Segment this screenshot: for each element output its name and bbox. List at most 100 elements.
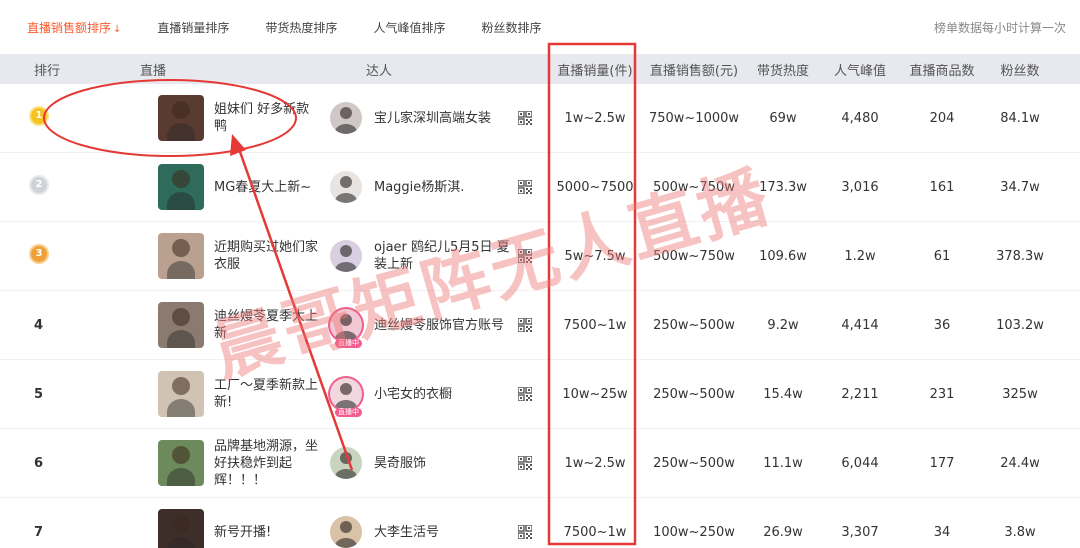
rank-medal-icon: 2 (29, 174, 49, 196)
star-avatar[interactable] (330, 240, 362, 272)
heat-cell: 9.2w (767, 317, 799, 333)
update-note: 榜单数据每小时计算一次 (933, 20, 1066, 35)
tab-sort-fans[interactable]: 粉丝数排序 (481, 19, 541, 36)
live-tag: 直播中 (335, 408, 362, 417)
qr-code-icon[interactable] (518, 249, 532, 263)
peak-cell: 3,016 (841, 179, 879, 195)
sales-cell: 1w~2.5w (564, 455, 626, 471)
qr-code-icon[interactable] (518, 525, 532, 539)
col-gmv[interactable]: 直播销售额(元) (640, 60, 748, 79)
star-cell[interactable]: Maggie杨斯淇. (322, 171, 550, 203)
fans-cell: 3.8w (1004, 524, 1036, 540)
star-avatar[interactable] (330, 309, 362, 341)
sales-cell: 5000~7500 (556, 179, 634, 195)
live-cover-thumbnail[interactable] (158, 509, 204, 548)
col-sales[interactable]: 直播销量(件) (550, 60, 640, 79)
table-row[interactable]: 5 工厂～夏季新款上新! 直播中 小宅女的衣橱 10w~25w 250w~500… (0, 360, 1080, 429)
star-name[interactable]: 宝儿家深圳高端女装 (374, 110, 516, 127)
table-row[interactable]: 4 迪丝嫚苓夏季大上新 直播中 迪丝嫚苓服饰官方账号 7500~1w 250w~… (0, 291, 1080, 360)
rank-medal-icon: 3 (29, 243, 49, 265)
live-cell[interactable]: 迪丝嫚苓夏季大上新 (82, 302, 322, 348)
live-cover-thumbnail[interactable] (158, 233, 204, 279)
star-avatar[interactable] (330, 378, 362, 410)
goods-cell: 61 (933, 248, 951, 264)
goods-cell: 204 (929, 110, 955, 126)
heat-cell: 15.4w (763, 386, 803, 402)
live-cover-thumbnail[interactable] (158, 302, 204, 348)
live-cover-thumbnail[interactable] (158, 371, 204, 417)
table-row[interactable]: 2 MG春夏大上新~ Maggie杨斯淇. 5000~7500 500w~750… (0, 153, 1080, 222)
live-cell[interactable]: MG春夏大上新~ (82, 164, 322, 210)
live-title[interactable]: 新号开播! (214, 524, 322, 541)
tab-sort-heat[interactable]: 带货热度排序 (265, 19, 337, 36)
col-live: 直播 (140, 63, 167, 79)
sales-cell: 7500~1w (563, 524, 627, 540)
sales-cell: 10w~25w (562, 386, 628, 402)
qr-code-icon[interactable] (518, 111, 532, 125)
live-title[interactable]: 近期购买过她们家衣服 (214, 239, 322, 273)
heat-cell: 26.9w (763, 524, 803, 540)
star-name[interactable]: 大李生活号 (374, 524, 516, 541)
fans-cell: 24.4w (1000, 455, 1040, 471)
tab-sort-peak[interactable]: 人气峰值排序 (373, 19, 445, 36)
star-cell[interactable]: 昊奇服饰 (322, 447, 550, 479)
live-cell[interactable]: 近期购买过她们家衣服 (82, 233, 322, 279)
live-title[interactable]: MG春夏大上新~ (214, 179, 322, 196)
qr-code-icon[interactable] (518, 318, 532, 332)
star-name[interactable]: ojaer 鸥纪儿5月5日 夏装上新 (374, 239, 516, 273)
rank-number: 6 (34, 455, 44, 471)
star-cell[interactable]: ojaer 鸥纪儿5月5日 夏装上新 (322, 239, 550, 273)
fans-cell: 325w (1002, 386, 1038, 402)
live-cell[interactable]: 姐妹们 好多新款鸭 (82, 95, 322, 141)
table-row[interactable]: 7 新号开播! 大李生活号 7500~1w 100w~250w 26.9w 3,… (0, 498, 1080, 548)
star-name[interactable]: 迪丝嫚苓服饰官方账号 (374, 317, 516, 334)
tab-sort-sales[interactable]: 直播销量排序 (157, 19, 229, 36)
col-goods[interactable]: 直播商品数 (902, 60, 982, 79)
live-cover-thumbnail[interactable] (158, 440, 204, 486)
table-row[interactable]: 6 品牌基地溯源，坐好扶稳炸到起辉！！！ 昊奇服饰 1w~2.5w 250w~5… (0, 429, 1080, 498)
rank-medal-icon: 1 (29, 105, 49, 127)
tab-sort-gmv[interactable]: 直播销售额排序 ↓ (27, 19, 121, 36)
sales-cell: 7500~1w (563, 317, 627, 333)
star-avatar[interactable] (330, 102, 362, 134)
live-cover-thumbnail[interactable] (158, 164, 204, 210)
star-cell[interactable]: 直播中 迪丝嫚苓服饰官方账号 (322, 309, 550, 348)
col-peak[interactable]: 人气峰值 (818, 60, 902, 79)
star-cell[interactable]: 直播中 小宅女的衣橱 (322, 378, 550, 417)
gmv-cell: 250w~500w (653, 386, 735, 402)
star-cell[interactable]: 宝儿家深圳高端女装 (322, 102, 550, 134)
table-row[interactable]: 1 姐妹们 好多新款鸭 宝儿家深圳高端女装 1w~2.5w 750w~1000w… (0, 84, 1080, 153)
live-cell[interactable]: 工厂～夏季新款上新! (82, 371, 322, 417)
rank-cell: 6 (0, 456, 82, 471)
live-cell[interactable]: 新号开播! (82, 509, 322, 548)
live-title[interactable]: 姐妹们 好多新款鸭 (214, 101, 322, 135)
live-title[interactable]: 品牌基地溯源，坐好扶稳炸到起辉！！！ (214, 438, 322, 489)
gmv-cell: 250w~500w (653, 317, 735, 333)
star-cell[interactable]: 大李生活号 (322, 516, 550, 548)
star-avatar[interactable] (330, 516, 362, 548)
sort-arrow-icon: ↓ (113, 23, 122, 35)
rank-cell: 7 (0, 525, 82, 540)
qr-code-icon[interactable] (518, 456, 532, 470)
peak-cell: 6,044 (841, 455, 879, 471)
star-name[interactable]: Maggie杨斯淇. (374, 179, 516, 196)
col-heat[interactable]: 带货热度 (748, 60, 818, 79)
live-title[interactable]: 迪丝嫚苓夏季大上新 (214, 308, 322, 342)
table-row[interactable]: 3 近期购买过她们家衣服 ojaer 鸥纪儿5月5日 夏装上新 5w~7.5w … (0, 222, 1080, 291)
col-fans[interactable]: 粉丝数 (982, 60, 1058, 79)
heat-cell: 173.3w (759, 179, 807, 195)
live-cell[interactable]: 品牌基地溯源，坐好扶稳炸到起辉！！！ (82, 438, 322, 489)
sales-cell: 5w~7.5w (564, 248, 626, 264)
peak-cell: 1.2w (844, 248, 876, 264)
live-cover-thumbnail[interactable] (158, 95, 204, 141)
star-avatar[interactable] (330, 447, 362, 479)
live-title[interactable]: 工厂～夏季新款上新! (214, 377, 322, 411)
star-name[interactable]: 昊奇服饰 (374, 455, 516, 472)
star-name[interactable]: 小宅女的衣橱 (374, 386, 516, 403)
qr-code-icon[interactable] (518, 387, 532, 401)
gmv-cell: 500w~750w (653, 179, 735, 195)
rank-number: 4 (34, 317, 44, 333)
star-avatar[interactable] (330, 171, 362, 203)
qr-code-icon[interactable] (518, 180, 532, 194)
heat-cell: 109.6w (759, 248, 807, 264)
